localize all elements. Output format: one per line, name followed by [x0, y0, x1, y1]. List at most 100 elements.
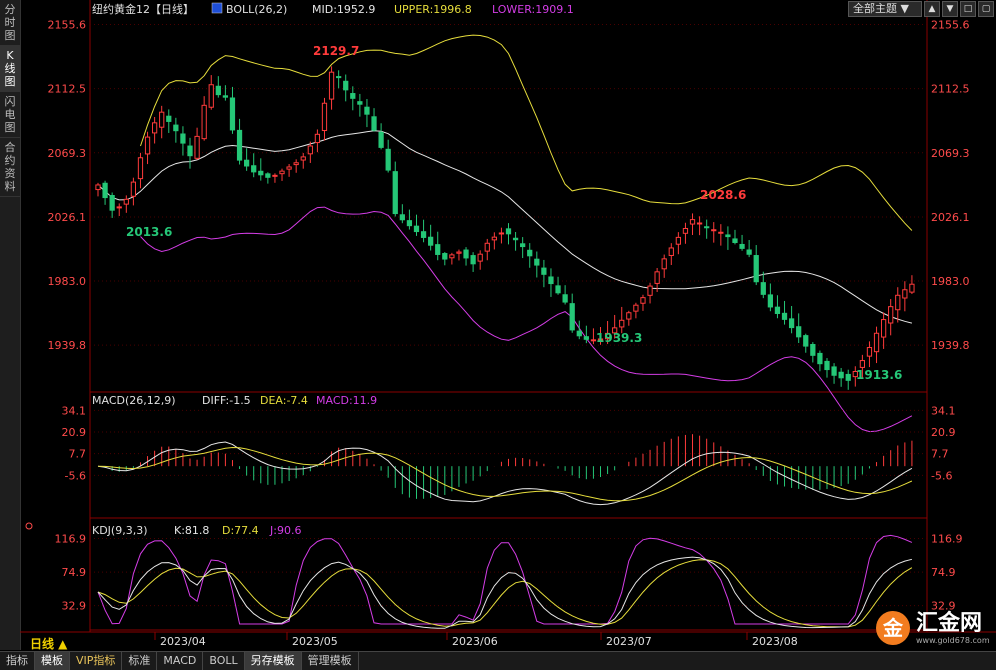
bottom-tab-0[interactable]: 指标	[0, 652, 35, 670]
candle-body	[746, 249, 752, 255]
boll-lower-line	[140, 206, 913, 433]
side-tab-2[interactable]: 闪电图	[0, 92, 20, 138]
side-tab-1[interactable]: K线图	[0, 46, 20, 92]
macd-tick-right-2: 7.7	[931, 448, 949, 461]
price-tick-left-5: 1939.8	[48, 339, 87, 352]
candle-body	[449, 254, 455, 259]
candle-body	[512, 237, 519, 241]
annotation-low-1939: 1939.3	[596, 331, 642, 345]
candle-body	[371, 116, 377, 131]
candle-body	[534, 258, 540, 266]
candle-body	[187, 145, 193, 157]
candle-body	[463, 249, 469, 259]
bottom-tab-1[interactable]: 模板	[35, 652, 70, 670]
side-tab-3[interactable]: 合约资料	[0, 138, 20, 197]
annotation-high-2028: 2028.6	[700, 188, 746, 202]
bottom-tab-6[interactable]: 另存模板	[244, 652, 302, 670]
candle-body	[442, 253, 448, 260]
candle-body	[704, 226, 710, 229]
bottom-tab-5[interactable]: BOLL	[203, 652, 245, 670]
price-tick-left-3: 2026.1	[48, 211, 87, 224]
price-tick-left-0: 2155.6	[48, 19, 87, 32]
scroll-up-button[interactable]: ▲	[924, 1, 940, 17]
price-tick-left-1: 2112.5	[48, 83, 87, 96]
theme-select[interactable]: 全部主题 ▼	[848, 1, 922, 17]
candle-body	[477, 253, 483, 262]
candle-body	[364, 106, 370, 115]
candle-body	[831, 366, 837, 376]
price-tick-right-3: 2026.1	[931, 211, 970, 224]
candle-body	[527, 249, 533, 257]
candle-body	[300, 156, 306, 161]
macd-title: MACD(26,12,9)	[92, 394, 176, 407]
candle-body	[378, 131, 384, 148]
side-tab-0[interactable]: 分时图	[0, 0, 20, 46]
candle-body	[498, 232, 505, 235]
candle-body	[95, 184, 101, 191]
bottom-tab-7[interactable]: 管理模板	[302, 652, 359, 670]
candle-body	[229, 97, 236, 131]
candle-body	[696, 222, 703, 225]
kdj-d-label: D:77.4	[222, 524, 259, 537]
candle-body	[711, 229, 717, 232]
restore-button[interactable]: □	[960, 1, 976, 17]
x-label-0: 2023/04	[160, 635, 206, 648]
boll-icon	[211, 2, 223, 14]
price-tick-right-4: 1983.0	[931, 275, 970, 288]
candle-body	[321, 102, 328, 132]
macd-tick-left-0: 34.1	[62, 404, 87, 417]
candle-body	[222, 95, 229, 98]
candle-body	[675, 236, 681, 245]
bottom-tab-2[interactable]: VIP指标	[70, 652, 123, 670]
logo-name: 汇金网	[916, 610, 983, 636]
scroll-down-button[interactable]: ▼	[942, 1, 958, 17]
candle-body	[555, 285, 561, 294]
macd-dea-label: DEA:-7.4	[260, 394, 308, 407]
candle-body	[286, 166, 292, 170]
bottom-tab-4[interactable]: MACD	[157, 652, 204, 670]
price-tick-right-5: 1939.8	[931, 339, 970, 352]
macd-diff-label: DIFF:-1.5	[202, 394, 251, 407]
annotation-low-2013: 2013.6	[126, 225, 172, 239]
candle-body	[824, 360, 830, 371]
maximize-button[interactable]: ▢	[978, 1, 994, 17]
candle-body	[491, 236, 497, 241]
candle-body	[817, 352, 823, 365]
candle-body	[314, 133, 321, 144]
top-controls: 全部主题 ▼ ▲ ▼ □ ▢	[848, 0, 996, 18]
candle-body	[732, 238, 738, 243]
kdj-j-line	[97, 534, 913, 625]
candle-body	[385, 148, 391, 171]
price-tick-left-4: 1983.0	[48, 275, 87, 288]
candle-body	[689, 219, 696, 225]
candle-body	[109, 195, 115, 211]
price-tick-right-1: 2112.5	[931, 83, 970, 96]
x-label-4: 2023/08	[752, 635, 798, 648]
kdj-tick-left-2: 32.9	[62, 600, 87, 613]
candle-body	[774, 306, 781, 314]
candle-body	[173, 124, 179, 132]
candle-body	[866, 347, 873, 357]
candle-body	[208, 84, 214, 108]
bottom-tabs: 指标 模板 VIP指标 标准 MACD BOLL 另存模板 管理模板	[0, 651, 996, 670]
candle-body	[456, 251, 462, 254]
candle-body	[880, 319, 887, 338]
bottom-tab-3[interactable]: 标准	[122, 652, 158, 670]
kdj-k-line	[97, 556, 913, 629]
candle-body	[244, 159, 250, 167]
boll-mid-label: MID:1952.9	[312, 3, 375, 16]
candle-body	[307, 145, 313, 155]
kdj-title: KDJ(9,3,3)	[92, 524, 148, 537]
candle-body	[505, 228, 512, 235]
logo-url: www.gold678.com	[916, 635, 990, 645]
left-toolbar: 分时图K线图闪电图合约资料	[0, 0, 21, 650]
period-label[interactable]: 日线 ▲	[30, 635, 67, 652]
kdj-settings-icon	[25, 522, 33, 530]
candle-body	[484, 242, 490, 252]
candle-body	[180, 133, 186, 144]
macd-tick-left-2: 7.7	[69, 448, 87, 461]
kdj-d-line	[97, 559, 913, 628]
candle-body	[909, 283, 915, 293]
boll-mid-line	[97, 130, 913, 324]
price-tick-left-2: 2069.3	[48, 147, 87, 160]
